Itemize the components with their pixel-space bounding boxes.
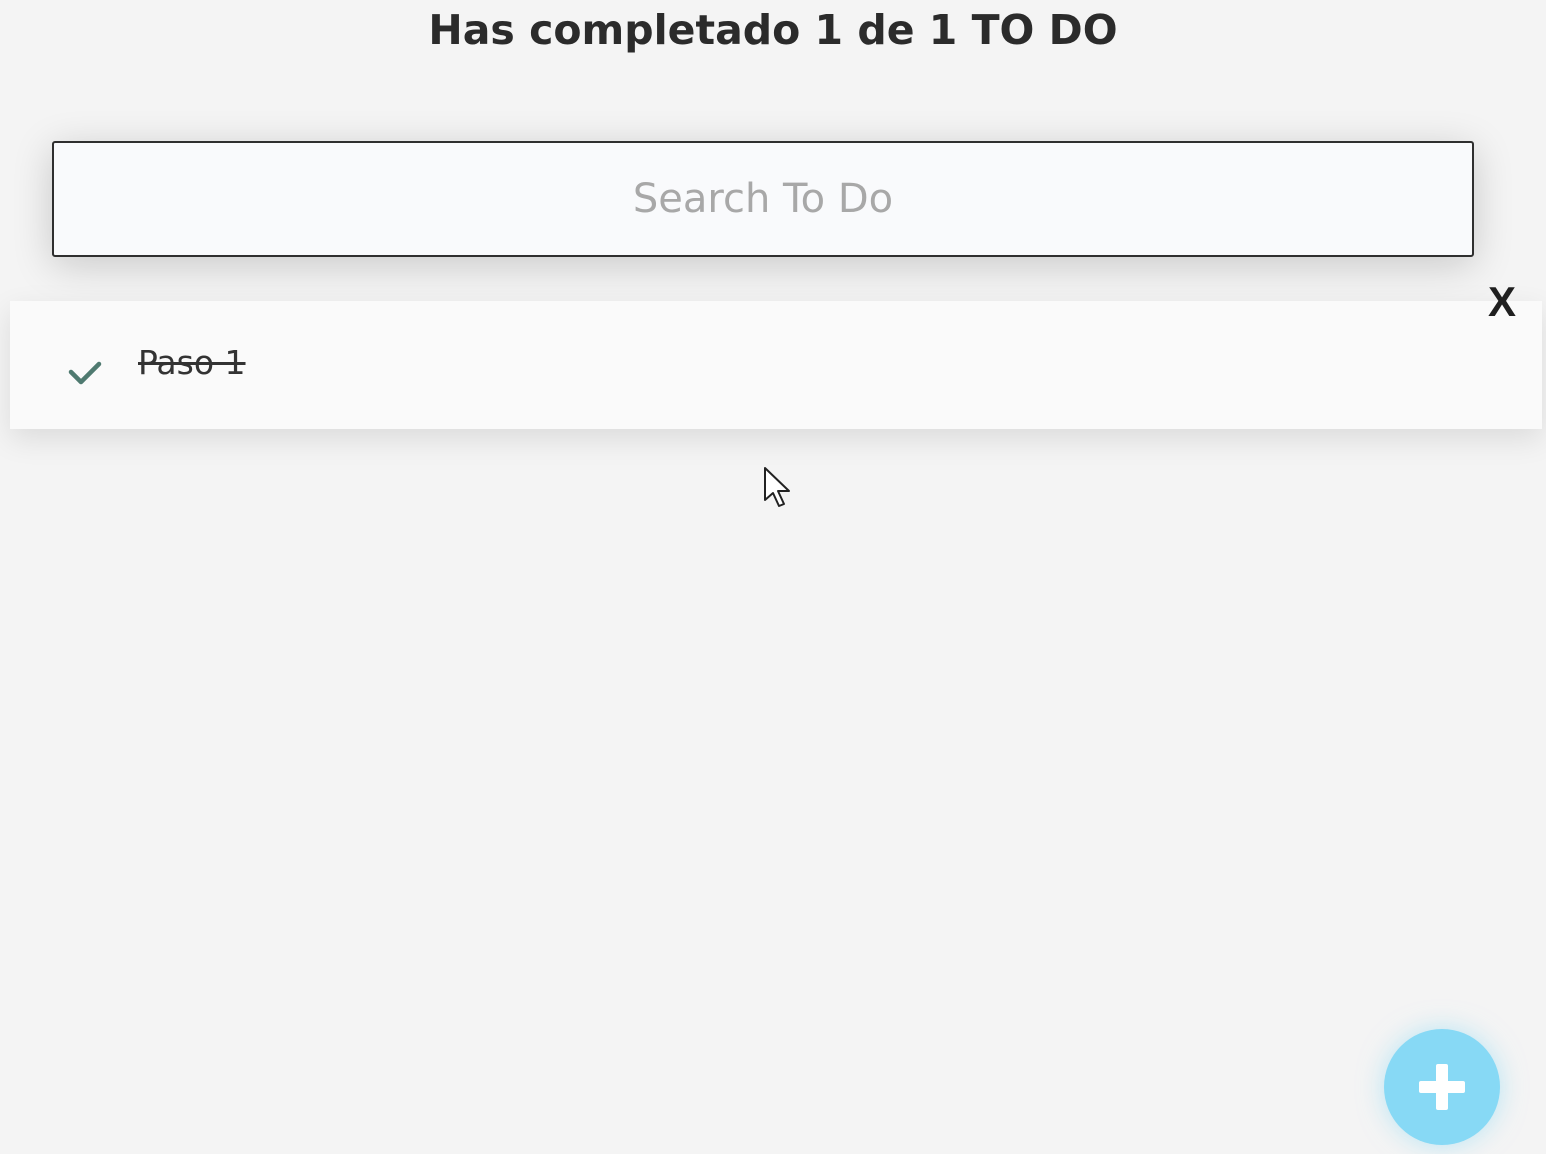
delete-button[interactable]: X — [1488, 276, 1516, 328]
search-input[interactable] — [52, 141, 1474, 257]
check-icon[interactable] — [68, 356, 102, 388]
add-todo-button[interactable] — [1384, 1029, 1500, 1145]
todo-item: Paso 1 X — [10, 278, 1542, 429]
todo-text: Paso 1 — [138, 343, 246, 382]
mouse-cursor-icon — [762, 466, 792, 508]
page-title: Has completado 1 de 1 TO DO — [428, 6, 1118, 54]
plus-icon — [1419, 1064, 1465, 1110]
